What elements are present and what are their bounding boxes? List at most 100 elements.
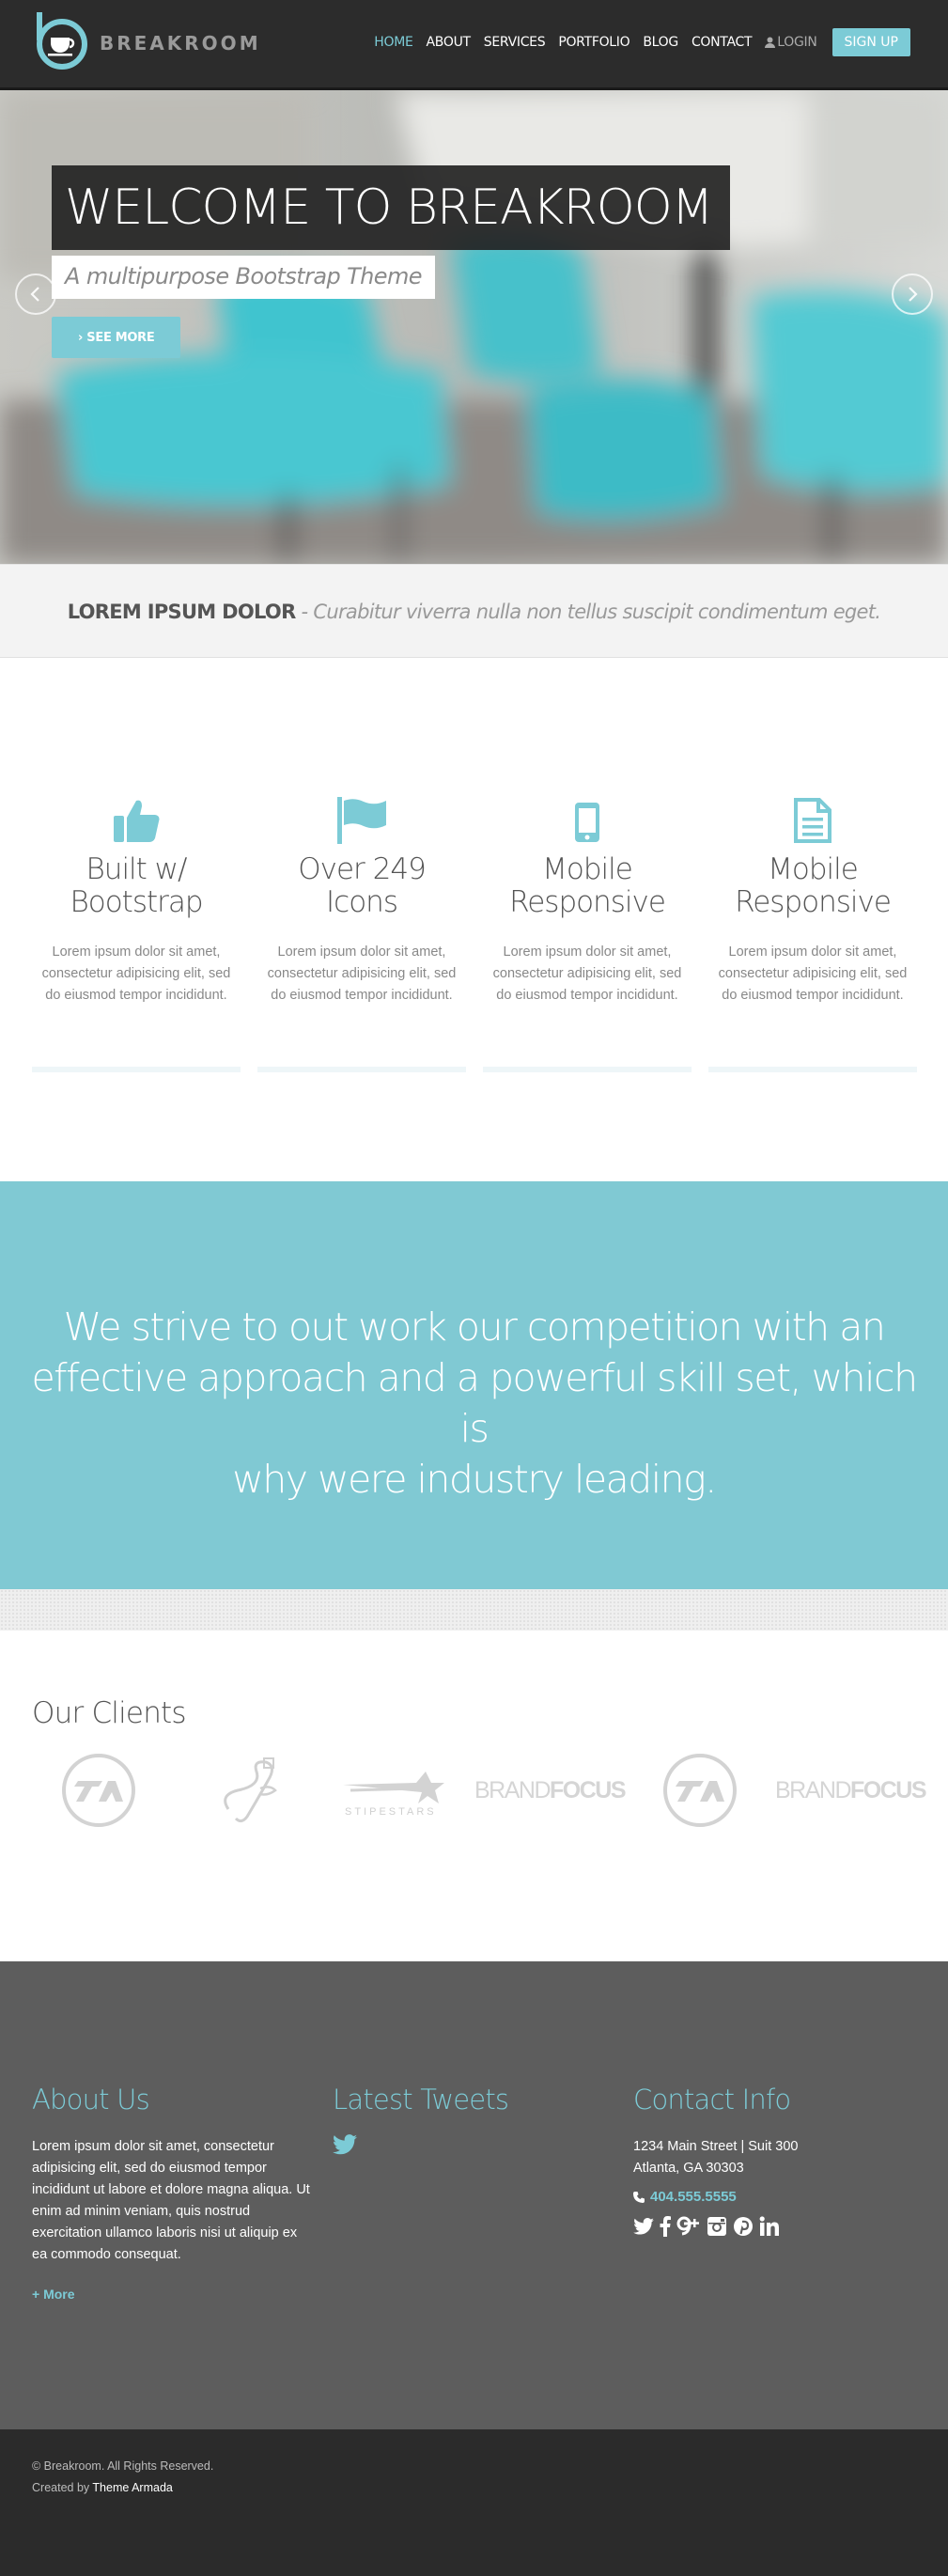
feature-text: Lorem ipsum dolor sit amet, consectetur … <box>492 945 682 1003</box>
theme-armada-link[interactable]: Theme Armada <box>92 2481 172 2494</box>
feature-divider <box>708 1067 917 1072</box>
brandfocus-wordmark: BRANDFOCUS <box>474 1776 627 1804</box>
clients-title: Our Clients <box>32 1696 187 1730</box>
footer-about: About Us Lorem ipsum dolor sit amet, con… <box>32 2084 314 2302</box>
nav-contact[interactable]: CONTACT <box>692 35 753 50</box>
footer-contact-heading: Contact Info <box>633 2084 791 2115</box>
twitter-icon[interactable] <box>333 2134 357 2155</box>
brand-logo[interactable]: BREAKROOM <box>34 12 261 70</box>
feature-divider <box>257 1067 466 1072</box>
carousel-prev-button[interactable] <box>15 273 56 315</box>
footer-about-text: Lorem ipsum dolor sit amet, consectetur … <box>32 2139 310 2262</box>
copyright: © Breakroom. All Rights Reserved. Create… <box>32 2456 213 2499</box>
brand-name: BREAKROOM <box>100 32 261 55</box>
facebook-icon[interactable] <box>660 2216 671 2237</box>
hero-title: WELCOME TO BREAKROOM <box>52 165 730 250</box>
footer-tweets-heading: Latest Tweets <box>333 2084 509 2115</box>
footer-about-heading: About Us <box>32 2084 150 2115</box>
see-more-button[interactable]: › SEE MORE <box>52 317 181 358</box>
nav-login[interactable]: LOGIN <box>765 35 817 50</box>
coffee-cup-logo-icon <box>34 12 90 70</box>
user-icon <box>765 37 776 48</box>
feature-title-line: Over 249 <box>298 852 427 886</box>
nav-home[interactable]: HOME <box>374 35 413 50</box>
footer-phone[interactable]: 404.555.5555 <box>633 2189 798 2205</box>
social-links <box>633 2216 798 2237</box>
feature-text: Lorem ipsum dolor sit amet, consectetur … <box>267 945 457 1003</box>
feature-card: Mobile Responsive Lorem ipsum dolor sit a… <box>708 791 917 1007</box>
feature-title: Mobile Responsive <box>483 853 692 919</box>
wordmark-light: BRAND <box>775 1776 852 1803</box>
nav-about[interactable]: ABOUT <box>427 35 472 50</box>
feature-text: Lorem ipsum dolor sit amet, consectetur … <box>718 945 908 1003</box>
thumbs-up-icon <box>114 800 160 842</box>
feature-divider <box>483 1067 692 1072</box>
phone-icon <box>633 2191 645 2203</box>
hero-subtitle: A multipurpose Bootstrap Theme <box>52 256 435 299</box>
footer-tweets: Latest Tweets <box>333 2084 509 2160</box>
chevron-right-icon: › <box>78 331 84 345</box>
address-line: 1234 Main Street | Suit 300 <box>633 2139 799 2154</box>
quote-section: We strive to out work our competition wi… <box>0 1181 948 1589</box>
navbar: BREAKROOM HOME ABOUT SERVICES PORTFOLIO … <box>0 0 948 90</box>
pattern-divider <box>0 1589 948 1631</box>
ta-badge-logo-icon <box>663 1754 737 1827</box>
linkedin-icon[interactable] <box>759 2216 780 2237</box>
client-logo-brandfocus[interactable]: BRANDFOCUS <box>775 1750 927 1831</box>
main-nav: HOME ABOUT SERVICES PORTFOLIO BLOG CONTA… <box>361 28 910 56</box>
feature-divider <box>32 1067 241 1072</box>
client-logo-signature[interactable] <box>205 1750 299 1831</box>
phone-number: 404.555.5555 <box>650 2189 737 2205</box>
address-line: Atlanta, GA 30303 <box>633 2161 744 2176</box>
svg-text:STIPESTARS: STIPESTARS <box>345 1806 437 1818</box>
client-logo-brandfocus[interactable]: BRANDFOCUS <box>474 1750 627 1831</box>
pinterest-icon[interactable] <box>733 2216 754 2237</box>
mobile-icon <box>575 803 599 842</box>
feature-title-line: Mobile <box>542 852 633 886</box>
feature-title: Mobile Responsive <box>708 853 917 919</box>
feature-card: Over 249 Icons Lorem ipsum dolor sit amet… <box>257 791 466 1007</box>
tagline-text: Curabitur viverra nulla non tellus susci… <box>313 601 881 623</box>
nav-services[interactable]: SERVICES <box>484 35 546 50</box>
quote-line: effective approach and a powerful skill … <box>31 1355 918 1451</box>
nav-portfolio[interactable]: PORTFOLIO <box>558 35 629 50</box>
nav-blog[interactable]: BLOG <box>643 35 678 50</box>
brandfocus-wordmark: BRANDFOCUS <box>775 1776 927 1804</box>
feature-title-line: Bootstrap <box>70 885 203 919</box>
hero-carousel: WELCOME TO BREAKROOM A multipurpose Boot… <box>0 90 948 564</box>
nav-login-label: LOGIN <box>777 35 817 50</box>
script-signature-logo-icon <box>224 1757 277 1823</box>
wordmark-bold: FOCUS <box>850 1776 927 1803</box>
wordmark-bold: FOCUS <box>550 1776 627 1803</box>
quote-line: We strive to out work our competition wi… <box>63 1304 886 1350</box>
footer-contact: Contact Info 1234 Main Street | Suit 300… <box>633 2084 798 2237</box>
carousel-next-button[interactable] <box>892 273 933 315</box>
feature-title-line: Responsive <box>509 885 666 919</box>
tagline-bar: LOREM IPSUM DOLOR - Curabitur viverra nu… <box>0 564 948 658</box>
twitter-icon[interactable] <box>633 2218 654 2235</box>
flag-icon <box>337 797 386 844</box>
client-logo-ta[interactable] <box>660 1750 740 1831</box>
document-icon <box>794 798 831 843</box>
features-section: Built w/Bootstrap Lorem ipsum dolor sit … <box>0 658 948 1181</box>
client-logo-ta[interactable] <box>58 1750 139 1831</box>
feature-title-line: Responsive <box>735 885 892 919</box>
signup-button[interactable]: SIGN UP <box>831 28 910 56</box>
google-plus-icon[interactable] <box>676 2216 701 2237</box>
star-wing-logo-icon: STIPESTARS <box>343 1772 444 1818</box>
bottom-bar: © Breakroom. All Rights Reserved. Create… <box>0 2429 948 2576</box>
footer: About Us Lorem ipsum dolor sit amet, con… <box>0 1961 948 2429</box>
feature-title: Over 249 Icons <box>257 853 466 919</box>
created-by-prefix: Created by <box>32 2481 93 2494</box>
feature-card: Built w/Bootstrap Lorem ipsum dolor sit … <box>32 791 241 1007</box>
chevron-left-icon <box>30 287 39 302</box>
chevron-right-icon <box>909 287 918 302</box>
tagline-separator: - <box>295 601 314 623</box>
instagram-icon[interactable] <box>707 2216 727 2237</box>
feature-card: Mobile Responsive Lorem ipsum dolor sit a… <box>483 791 692 1007</box>
client-logo-stipestars[interactable]: STIPESTARS <box>340 1750 460 1831</box>
footer-more-link[interactable]: + More <box>32 2287 314 2302</box>
quote-text: We strive to out work our competition wi… <box>19 1302 929 1505</box>
feature-title: Built w/Bootstrap <box>32 853 241 919</box>
feature-text: Lorem ipsum dolor sit amet, consectetur … <box>41 945 231 1003</box>
